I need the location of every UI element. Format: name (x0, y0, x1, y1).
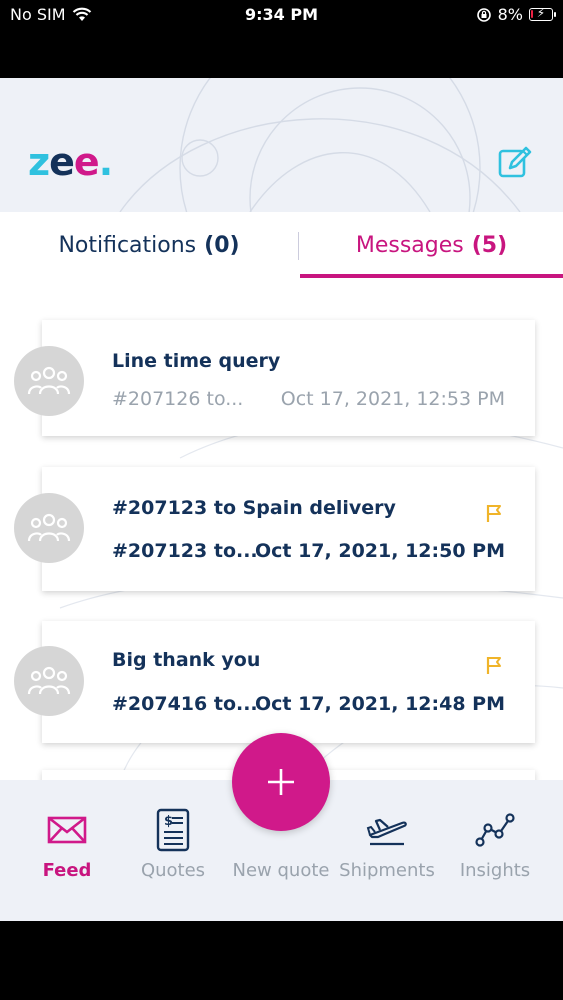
nav-shipments-label: Shipments (339, 860, 435, 881)
avatar (14, 346, 84, 416)
message-date: Oct 17, 2021, 12:48 PM (254, 693, 505, 715)
envelope-icon (47, 816, 87, 844)
message-title: #207123 to Spain delivery (112, 497, 396, 519)
orientation-lock-icon (476, 7, 491, 22)
tab-messages-count: (5) (471, 232, 508, 258)
message-list: Line time query #207126 to... Oct 17, 20… (0, 278, 563, 810)
avatar (14, 493, 84, 563)
airplane-icon (366, 818, 407, 846)
message-date: Oct 17, 2021, 12:50 PM (254, 540, 505, 562)
nav-shipments[interactable]: Shipments (332, 808, 442, 881)
nav-quotes-label: Quotes (140, 860, 206, 881)
message-ref: #207416 to... (112, 693, 258, 715)
tab-messages[interactable]: Messages (5) (300, 212, 563, 278)
zee-logo: zee. (28, 140, 113, 184)
message-title: Line time query (112, 350, 281, 372)
compose-button[interactable] (494, 142, 534, 182)
tab-notifications-count: (0) (204, 232, 240, 258)
tab-divider (298, 232, 299, 260)
svg-text:$: $ (164, 814, 173, 829)
feed-tabs: Notifications (0) Messages (5) (0, 212, 563, 278)
compose-icon (498, 146, 532, 178)
message-date: Oct 17, 2021, 12:53 PM (280, 388, 505, 410)
message-ref: #207126 to... (112, 388, 244, 410)
battery-percent: 8% (497, 5, 523, 24)
battery-icon: ⚡ (529, 6, 556, 21)
status-right-group: 8% ⚡ (476, 5, 556, 24)
message-ref: #207123 to... (112, 540, 258, 562)
group-users-icon (27, 366, 71, 395)
avatar (14, 646, 84, 716)
status-bar: No SIM 9:34 PM 8% ⚡ (0, 0, 563, 30)
message-card[interactable]: #207123 to Spain delivery #207123 to... … (42, 467, 535, 591)
tab-notifications[interactable]: Notifications (0) (0, 212, 298, 278)
nav-quotes[interactable]: $ Quotes (118, 808, 228, 881)
flag-icon (486, 505, 501, 522)
message-card[interactable]: Big thank you #207416 to... Oct 17, 2021… (42, 621, 535, 743)
app-screen: zee. Notifications (0) Messages (5) Line… (0, 78, 563, 921)
tab-messages-label: Messages (355, 232, 464, 258)
nav-new-quote-label: New quote (232, 860, 330, 881)
message-card[interactable]: Line time query #207126 to... Oct 17, 20… (42, 320, 535, 436)
flag-icon (486, 657, 501, 674)
charging-bolt-icon: ⚡ (536, 6, 546, 20)
nav-insights-label: Insights (459, 860, 531, 881)
tab-notifications-label: Notifications (58, 232, 197, 258)
nav-feed[interactable]: Feed (12, 808, 122, 881)
new-quote-fab[interactable] (232, 733, 330, 831)
header: zee. (0, 78, 563, 212)
plus-icon (268, 769, 294, 795)
nav-feed-label: Feed (42, 860, 92, 881)
insights-graph-icon (475, 813, 515, 847)
message-title: Big thank you (112, 649, 261, 671)
group-users-icon (27, 513, 71, 542)
nav-insights[interactable]: Insights (440, 808, 550, 881)
group-users-icon (27, 666, 71, 695)
document-dollar-icon: $ (156, 808, 190, 852)
